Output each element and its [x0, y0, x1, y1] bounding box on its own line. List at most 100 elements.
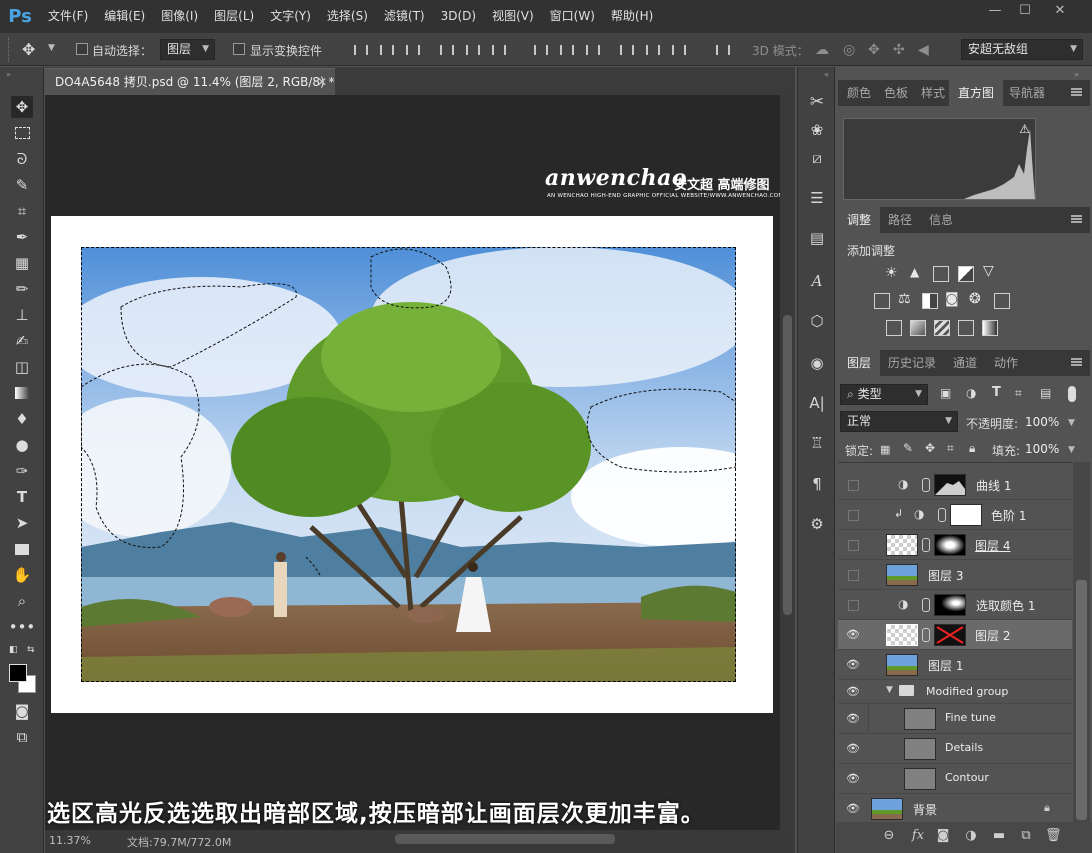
chevron-down-icon[interactable]: ▼	[886, 685, 893, 695]
history-brush-tool-icon[interactable]: ✍	[11, 330, 33, 352]
tab-channels[interactable]: 通道	[944, 350, 986, 376]
opacity-value[interactable]: 100%	[1025, 415, 1059, 429]
gradient-tool-icon[interactable]	[11, 382, 33, 404]
panel-menu-icon[interactable]	[1071, 358, 1082, 366]
align-vcenter-icon[interactable]	[378, 43, 394, 57]
menu-help[interactable]: 帮助(H)	[603, 0, 661, 33]
eye-icon[interactable]: 👁︎	[846, 713, 860, 725]
tab-layers[interactable]: 图层	[838, 350, 881, 376]
layer-name[interactable]: Fine tune	[945, 711, 996, 724]
layer-row[interactable]: 图层 4	[838, 530, 1072, 560]
layer-name[interactable]: Contour	[945, 771, 989, 784]
gradient-map-icon[interactable]	[982, 320, 998, 336]
layer-name[interactable]: 曲线 1	[976, 477, 1011, 494]
layer-name[interactable]: 选取颜色 1	[976, 597, 1035, 614]
menu-view[interactable]: 视图(V)	[484, 0, 542, 33]
photo-filter-icon[interactable]: ◙	[945, 291, 959, 307]
3d-slide-icon[interactable]: ✣	[893, 42, 905, 58]
warning-icon[interactable]: ⚠	[1019, 122, 1030, 136]
screen-mode-icon[interactable]: ⧉	[11, 726, 33, 748]
curves-icon[interactable]	[933, 266, 949, 282]
layer-row[interactable]: 👁︎ Contour	[838, 764, 1072, 794]
selective-color-icon[interactable]	[958, 320, 974, 336]
filter-shape-icon[interactable]: ⌗	[1015, 386, 1022, 401]
lock-position-icon[interactable]: ✥	[925, 441, 935, 455]
layer-thumbnail[interactable]	[886, 654, 918, 676]
layer-row[interactable]: 图层 3	[838, 560, 1072, 590]
hue-sat-icon[interactable]	[874, 293, 890, 309]
collapse-icon[interactable]: «	[824, 70, 829, 79]
threshold-icon[interactable]	[934, 320, 950, 336]
layer-thumbnail[interactable]	[904, 768, 936, 790]
move-tool-icon[interactable]: ✥	[22, 40, 35, 59]
eyedropper-tool-icon[interactable]: ✒	[11, 226, 33, 248]
crop-tool-icon[interactable]: ⌗	[11, 200, 33, 222]
layer-thumbnail[interactable]	[871, 798, 903, 820]
link-layers-icon[interactable]: ⊖	[881, 828, 897, 844]
layer-thumbnail[interactable]	[886, 564, 918, 586]
menu-filter[interactable]: 滤镜(T)	[376, 0, 433, 33]
chevron-down-icon[interactable]: ▼	[1068, 445, 1075, 455]
curves-mask-thumbnail[interactable]	[934, 474, 966, 496]
lock-pixels-icon[interactable]: ✎	[903, 441, 913, 455]
visibility-toggle[interactable]	[848, 600, 859, 611]
tab-history[interactable]: 历史记录	[879, 350, 945, 376]
layer-name[interactable]: 图层 3	[928, 567, 963, 584]
lock-artboard-icon[interactable]: ⌗	[947, 441, 954, 456]
layer-thumbnail[interactable]	[904, 738, 936, 760]
document-tab[interactable]: DO4A5648 拷贝.psd @ 11.4% (图层 2, RGB/8) * …	[45, 68, 335, 95]
menu-window[interactable]: 窗口(W)	[542, 0, 603, 33]
layer-filter-dropdown[interactable]: ⌕ 类型 ▼	[840, 384, 928, 405]
more-tools-icon[interactable]: •••	[9, 616, 36, 638]
foreground-color-swatch[interactable]	[9, 664, 27, 682]
swap-colors-icon[interactable]: ⇆	[27, 645, 35, 655]
dodge-tool-icon[interactable]: ●	[11, 434, 33, 456]
menu-layer[interactable]: 图层(L)	[206, 0, 262, 33]
tool-presets-icon[interactable]: ▤	[806, 227, 828, 249]
eye-icon[interactable]: 👁︎	[846, 773, 860, 785]
levels-icon[interactable]: ▲	[910, 265, 919, 279]
menu-select[interactable]: 选择(S)	[319, 0, 376, 33]
blur-tool-icon[interactable]: ♦	[11, 408, 33, 430]
color-lookup-icon[interactable]	[994, 293, 1010, 309]
zoom-level[interactable]: 11.37%	[49, 834, 91, 847]
marquee-tool-icon[interactable]	[11, 122, 33, 144]
link-icon[interactable]	[922, 478, 930, 492]
minimize-button[interactable]: —	[980, 0, 1010, 22]
link-icon[interactable]	[938, 508, 946, 522]
vibrance-icon[interactable]: ▽	[983, 263, 994, 279]
hand-tool-icon[interactable]: ✋	[11, 564, 33, 586]
rectangle-tool-icon[interactable]	[11, 538, 33, 560]
3d-orbit-icon[interactable]: ☁	[815, 42, 829, 58]
layer-thumbnail[interactable]	[886, 534, 918, 556]
close-tab-icon[interactable]: ✕	[317, 69, 327, 95]
color-balance-icon[interactable]: ⚖	[898, 291, 911, 307]
glyphs-icon[interactable]: A	[806, 270, 828, 292]
zoom-tool-icon[interactable]: ⌕	[11, 590, 33, 612]
brush-tool-icon[interactable]: ✏	[11, 278, 33, 300]
eye-icon[interactable]: 👁︎	[846, 659, 860, 671]
layers-scroll-thumb[interactable]	[1076, 580, 1087, 820]
eraser-tool-icon[interactable]: ◫	[11, 356, 33, 378]
collapse-icon[interactable]: »	[1074, 70, 1079, 79]
distribute-vcenter-icon[interactable]	[558, 43, 574, 57]
delete-layer-icon[interactable]: 🗑︎	[1045, 828, 1062, 844]
disabled-mask-thumbnail[interactable]	[934, 624, 966, 646]
new-group-icon[interactable]: ▬	[991, 828, 1007, 844]
panel-menu-icon[interactable]	[1071, 88, 1082, 96]
new-layer-icon[interactable]: ⧉	[1018, 828, 1034, 844]
align-left-icon[interactable]	[438, 43, 454, 57]
layer-row[interactable]: ◑ 曲线 1	[838, 470, 1072, 500]
align-hcenter-icon[interactable]	[464, 43, 480, 57]
auto-align-icon[interactable]	[714, 43, 730, 57]
auto-select-dropdown[interactable]: 图层 ▼	[160, 39, 215, 60]
distribute-right-icon[interactable]	[670, 43, 686, 57]
tab-histogram[interactable]: 直方图	[949, 80, 1004, 106]
character-icon[interactable]: A|	[806, 392, 828, 414]
cc-libraries-icon[interactable]: ◉	[806, 352, 828, 374]
channel-mixer-icon[interactable]: ❂	[969, 291, 981, 307]
lock-transparent-icon[interactable]: ▦	[880, 443, 890, 456]
eye-icon[interactable]: 👁︎	[846, 686, 860, 698]
timeline-icon[interactable]: ⚙	[806, 513, 828, 535]
brightness-icon[interactable]: ☀	[885, 265, 898, 281]
